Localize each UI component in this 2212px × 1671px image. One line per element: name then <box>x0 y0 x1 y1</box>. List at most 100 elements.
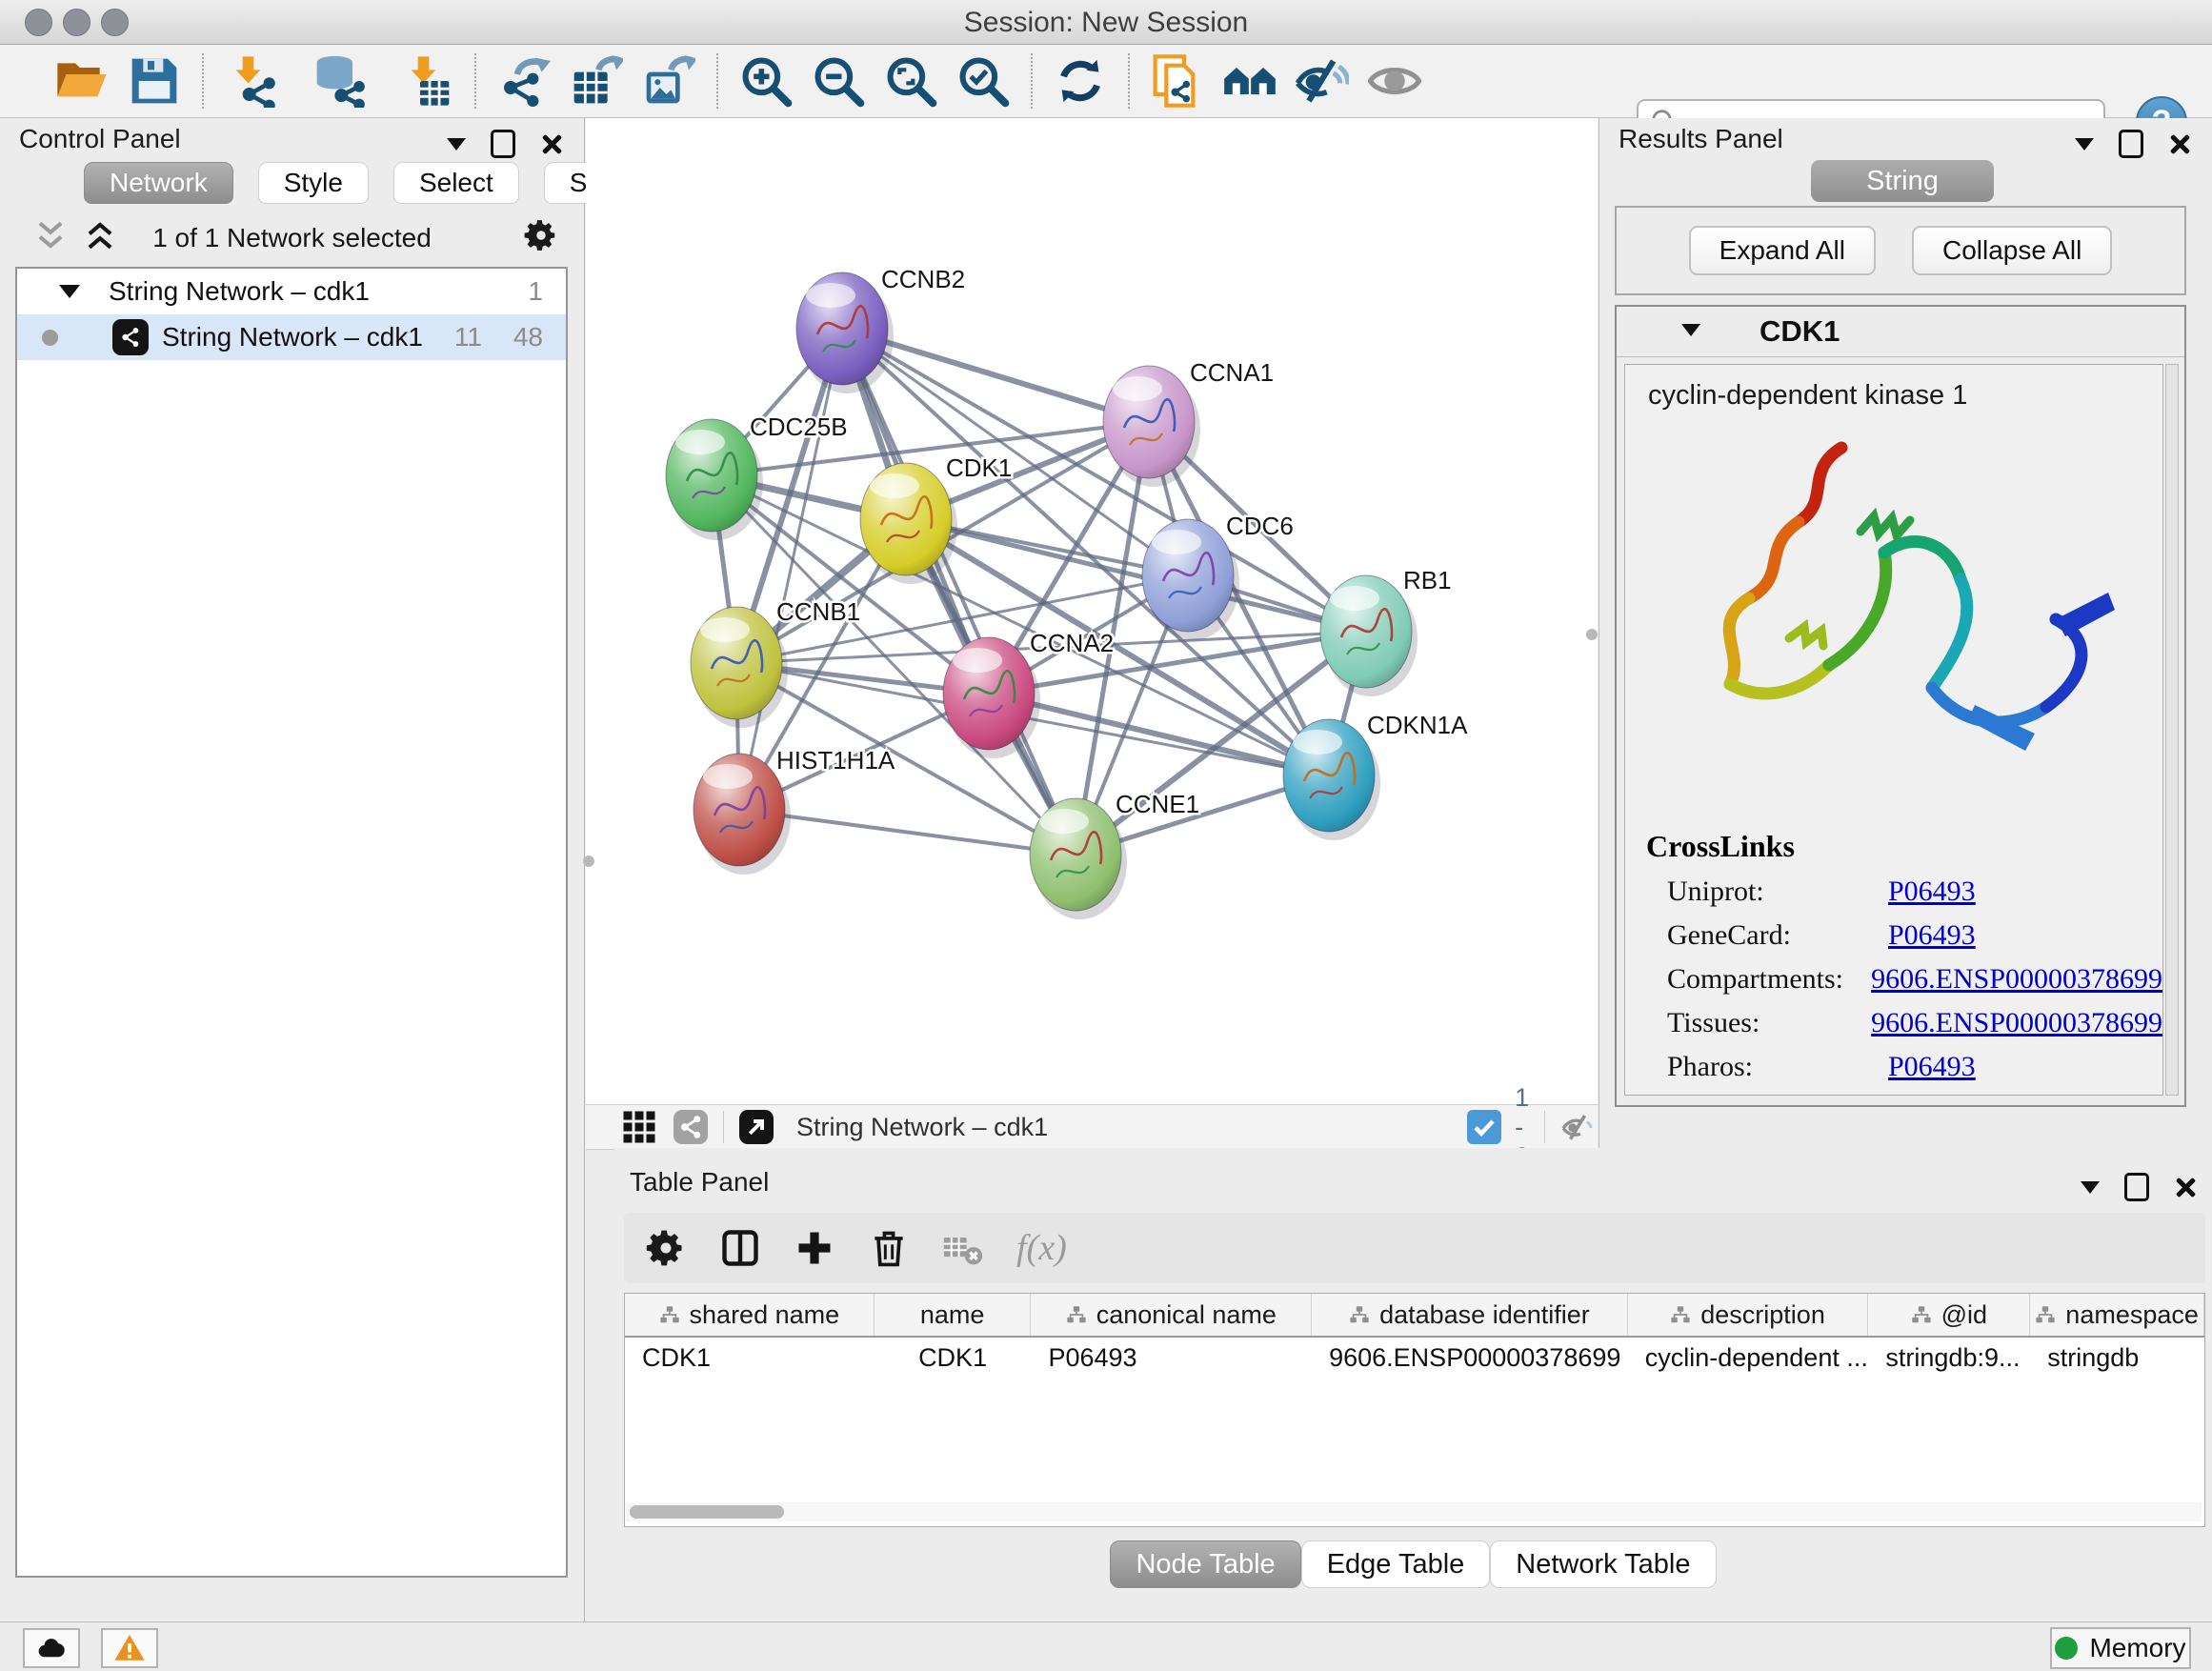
export-image-icon[interactable] <box>640 52 697 110</box>
zoom-out-icon[interactable] <box>810 52 867 110</box>
crosslink-link[interactable]: P06493 <box>1888 876 1976 908</box>
tab-edge-table[interactable]: Edge Table <box>1301 1540 1491 1588</box>
results-actions-box: Expand All Collapse All <box>1615 206 2186 295</box>
grid-view-icon[interactable] <box>622 1110 656 1144</box>
table-cell[interactable]: P06493 <box>1031 1338 1312 1378</box>
node-entry-header[interactable]: CDK1 <box>1617 307 2184 357</box>
show-columns-icon[interactable] <box>719 1227 761 1269</box>
network-icon <box>112 319 149 355</box>
table-cell[interactable]: 9606.ENSP00000378699 <box>1312 1338 1628 1378</box>
zoom-fit-icon[interactable] <box>882 52 939 110</box>
tab-network-table[interactable]: Network Table <box>1490 1540 1716 1588</box>
selected-checkbox-icon[interactable] <box>1467 1110 1501 1144</box>
close-panel-icon[interactable] <box>2174 1176 2197 1198</box>
crosslinks-section: CrossLinks Uniprot:P06493GeneCard:P06493… <box>1646 829 2162 1083</box>
scrollbar-thumb[interactable] <box>630 1505 784 1519</box>
table-panel: Table Panel f(x) shared namenamecanonica… <box>614 1148 2212 1621</box>
warnings-button[interactable] <box>101 1628 158 1668</box>
table-cell[interactable]: stringdb <box>2030 1338 2204 1378</box>
column-header-canonical-name[interactable]: canonical name <box>1031 1294 1312 1336</box>
window-title: Session: New Session <box>0 7 2212 39</box>
open-session-icon[interactable] <box>53 52 111 110</box>
network-view[interactable]: CCNB2CCNA1CDC25BCDK1CDC6RB1CCNB1CCNA2CDK… <box>586 118 1598 1104</box>
main-toolbar: ? <box>0 45 2212 118</box>
cloud-status-button[interactable] <box>23 1628 80 1668</box>
toolbar-separator <box>474 53 476 109</box>
column-label: canonical name <box>1096 1300 1277 1330</box>
first-neighbors-icon[interactable] <box>1221 52 1278 110</box>
tab-select[interactable]: Select <box>393 162 519 204</box>
close-panel-icon[interactable] <box>2168 132 2191 155</box>
collapse-all-button[interactable]: Collapse All <box>1912 226 2112 275</box>
network-collection-row[interactable]: String Network – cdk1 1 <box>17 269 566 314</box>
collection-label: String Network – cdk1 <box>109 276 370 307</box>
import-network-file-icon[interactable] <box>223 52 280 110</box>
crosslink-link[interactable]: 9606.ENSP00000378699 <box>1871 1007 2162 1039</box>
left-splitter-handle[interactable] <box>583 856 594 867</box>
table-horizontal-scrollbar[interactable] <box>626 1502 2202 1521</box>
string-results-tab[interactable]: String <box>1811 160 1994 202</box>
float-panel-icon[interactable] <box>491 130 515 158</box>
show-all-icon[interactable] <box>1366 52 1423 110</box>
network-share-icon[interactable] <box>674 1110 708 1144</box>
network-row[interactable]: String Network – cdk1 11 48 <box>17 314 566 360</box>
collapse-panel-icon[interactable] <box>2075 138 2094 151</box>
results-scrollbar[interactable] <box>2165 364 2179 1096</box>
collection-expander-icon[interactable] <box>59 285 80 298</box>
column-header-database-identifier[interactable]: database identifier <box>1312 1294 1628 1336</box>
hidden-eye-icon[interactable] <box>1560 1110 1595 1144</box>
attribute-type-icon <box>1670 1304 1691 1325</box>
column-label: database identifier <box>1379 1300 1590 1330</box>
save-session-icon[interactable] <box>126 52 183 110</box>
zoom-in-icon[interactable] <box>737 52 794 110</box>
right-splitter-handle[interactable] <box>1586 629 1598 640</box>
crosslink-link[interactable]: P06493 <box>1888 1051 1976 1083</box>
close-panel-icon[interactable] <box>540 132 563 155</box>
column-header-shared-name[interactable]: shared name <box>625 1294 875 1336</box>
network-status-dot <box>42 330 58 346</box>
edge-CDK1-RB1[interactable] <box>906 519 1366 632</box>
tab-node-table[interactable]: Node Table <box>1110 1540 1300 1588</box>
column-header-namespace[interactable]: namespace <box>2030 1294 2204 1336</box>
column-header-name[interactable]: name <box>875 1294 1032 1336</box>
column-header--id[interactable]: @id <box>1868 1294 2030 1336</box>
table-cell[interactable]: CDK1 <box>625 1338 875 1378</box>
tab-style[interactable]: Style <box>258 162 369 204</box>
export-table-icon[interactable] <box>568 52 625 110</box>
copy-style-icon[interactable] <box>1149 52 1206 110</box>
import-table-file-icon[interactable] <box>398 52 455 110</box>
edge-CCNB2-CCNE1[interactable] <box>842 329 1076 855</box>
hide-selected-icon[interactable] <box>1294 52 1351 110</box>
table-options-gear-icon[interactable] <box>645 1227 687 1269</box>
column-header-description[interactable]: description <box>1628 1294 1869 1336</box>
network-options-gear-icon[interactable] <box>523 217 559 253</box>
crosslink-row: Compartments:9606.ENSP00000378699 <box>1646 963 2162 996</box>
table-cell[interactable]: cyclin-dependent ... <box>1628 1338 1869 1378</box>
refresh-icon[interactable] <box>1052 52 1109 110</box>
crosslink-link[interactable]: 9606.ENSP00000378699 <box>1871 963 2162 996</box>
collection-count: 1 <box>528 276 543 307</box>
open-in-browser-icon[interactable] <box>739 1110 774 1144</box>
table-cell[interactable]: CDK1 <box>875 1338 1032 1378</box>
add-column-icon[interactable] <box>794 1227 835 1269</box>
tab-network[interactable]: Network <box>84 162 233 204</box>
expand-all-button[interactable]: Expand All <box>1689 226 1876 275</box>
crosslink-row: Tissues:9606.ENSP00000378699 <box>1646 1007 2162 1039</box>
export-network-icon[interactable] <box>495 52 553 110</box>
float-panel-icon[interactable] <box>2124 1173 2149 1201</box>
collapse-panel-icon[interactable] <box>447 138 466 151</box>
entry-expander-icon[interactable] <box>1681 324 1700 336</box>
edge-CCNB2-HIST1H1A[interactable] <box>739 329 842 810</box>
network-view-statusbar: String Network – cdk1 1 - 0 0 - 0 <box>586 1104 1598 1150</box>
table-cell[interactable]: stringdb:9... <box>1868 1338 2030 1378</box>
float-panel-icon[interactable] <box>2119 130 2143 158</box>
memory-button[interactable]: Memory <box>2050 1627 2191 1669</box>
collapse-panel-icon[interactable] <box>2081 1181 2100 1194</box>
zoom-selected-icon[interactable] <box>955 52 1012 110</box>
import-network-database-icon[interactable] <box>311 52 368 110</box>
delete-column-icon[interactable] <box>868 1227 910 1269</box>
node-label-CCNB2: CCNB2 <box>881 265 965 293</box>
network-edge-count: 48 <box>513 322 543 352</box>
table-row[interactable]: CDK1CDK1P064939606.ENSP00000378699cyclin… <box>625 1338 2204 1378</box>
crosslink-link[interactable]: P06493 <box>1888 919 1976 952</box>
